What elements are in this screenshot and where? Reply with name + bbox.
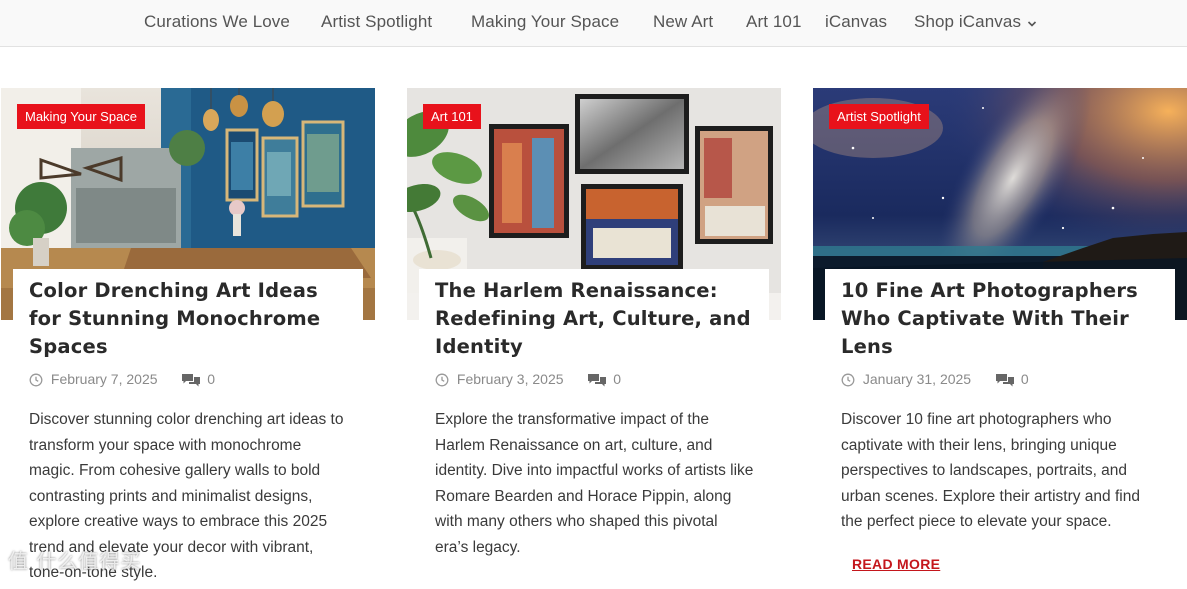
post-content: The Harlem Renaissance: Redefining Art, … bbox=[419, 269, 769, 589]
chevron-down-icon bbox=[1027, 13, 1037, 33]
post-excerpt: Discover 10 fine art photographers who c… bbox=[841, 411, 1140, 530]
category-badge[interactable]: Artist Spotlight bbox=[829, 104, 929, 129]
nav-item-artist-spotlight[interactable]: Artist Spotlight bbox=[321, 12, 432, 32]
post-meta: February 7, 2025 0 bbox=[29, 370, 215, 388]
post-date: January 31, 2025 bbox=[862, 371, 972, 388]
post-content: 10 Fine Art Photographers Who Captivate … bbox=[825, 269, 1175, 589]
comment-count[interactable]: 0 bbox=[613, 371, 621, 387]
category-badge[interactable]: Art 101 bbox=[423, 104, 481, 129]
post-card: Artist Spotlight 10 Fine Art Photographe… bbox=[813, 88, 1187, 589]
top-navigation: Curations We Love Artist Spotlight Makin… bbox=[0, 0, 1187, 47]
post-date: February 3, 2025 bbox=[456, 371, 564, 388]
nav-item-making-your-space[interactable]: Making Your Space bbox=[471, 12, 619, 32]
nav-item-label: Shop iCanvas bbox=[914, 12, 1022, 31]
clock-icon bbox=[841, 371, 855, 387]
post-title[interactable]: 10 Fine Art Photographers Who Captivate … bbox=[841, 277, 1161, 361]
clock-icon bbox=[435, 371, 449, 387]
clock-icon bbox=[29, 371, 43, 387]
post-content: Color Drenching Art Ideas for Stunning M… bbox=[13, 269, 363, 589]
comments-icon[interactable] bbox=[587, 371, 607, 387]
post-meta: February 3, 2025 0 bbox=[435, 370, 621, 388]
nav-item-art-101[interactable]: Art 101 bbox=[746, 12, 802, 32]
nav-item-curations-we-love[interactable]: Curations We Love bbox=[144, 12, 290, 32]
comment-count[interactable]: 0 bbox=[207, 371, 215, 387]
post-meta: January 31, 2025 0 bbox=[841, 370, 1029, 388]
comment-count[interactable]: 0 bbox=[1021, 371, 1029, 387]
watermark: 值 什么值得买 bbox=[8, 549, 142, 573]
read-more-link[interactable]: READ MORE bbox=[852, 556, 940, 572]
nav-item-icanvas[interactable]: iCanvas bbox=[825, 12, 887, 32]
post-card: Making Your Space Color Drenching Art Id… bbox=[1, 88, 375, 589]
post-card: Art 101 The Harlem Renaissance: Redefini… bbox=[407, 88, 781, 589]
post-excerpt: Explore the transformative impact of the… bbox=[435, 411, 754, 556]
post-date: February 7, 2025 bbox=[50, 371, 158, 388]
category-badge[interactable]: Making Your Space bbox=[17, 104, 146, 129]
nav-item-new-art[interactable]: New Art bbox=[653, 12, 713, 32]
post-title[interactable]: The Harlem Renaissance: Redefining Art, … bbox=[435, 277, 755, 361]
comments-icon[interactable] bbox=[181, 371, 201, 387]
post-title[interactable]: Color Drenching Art Ideas for Stunning M… bbox=[29, 277, 349, 361]
nav-item-shop-icanvas[interactable]: Shop iCanvas bbox=[914, 12, 1037, 33]
comments-icon[interactable] bbox=[995, 371, 1015, 387]
